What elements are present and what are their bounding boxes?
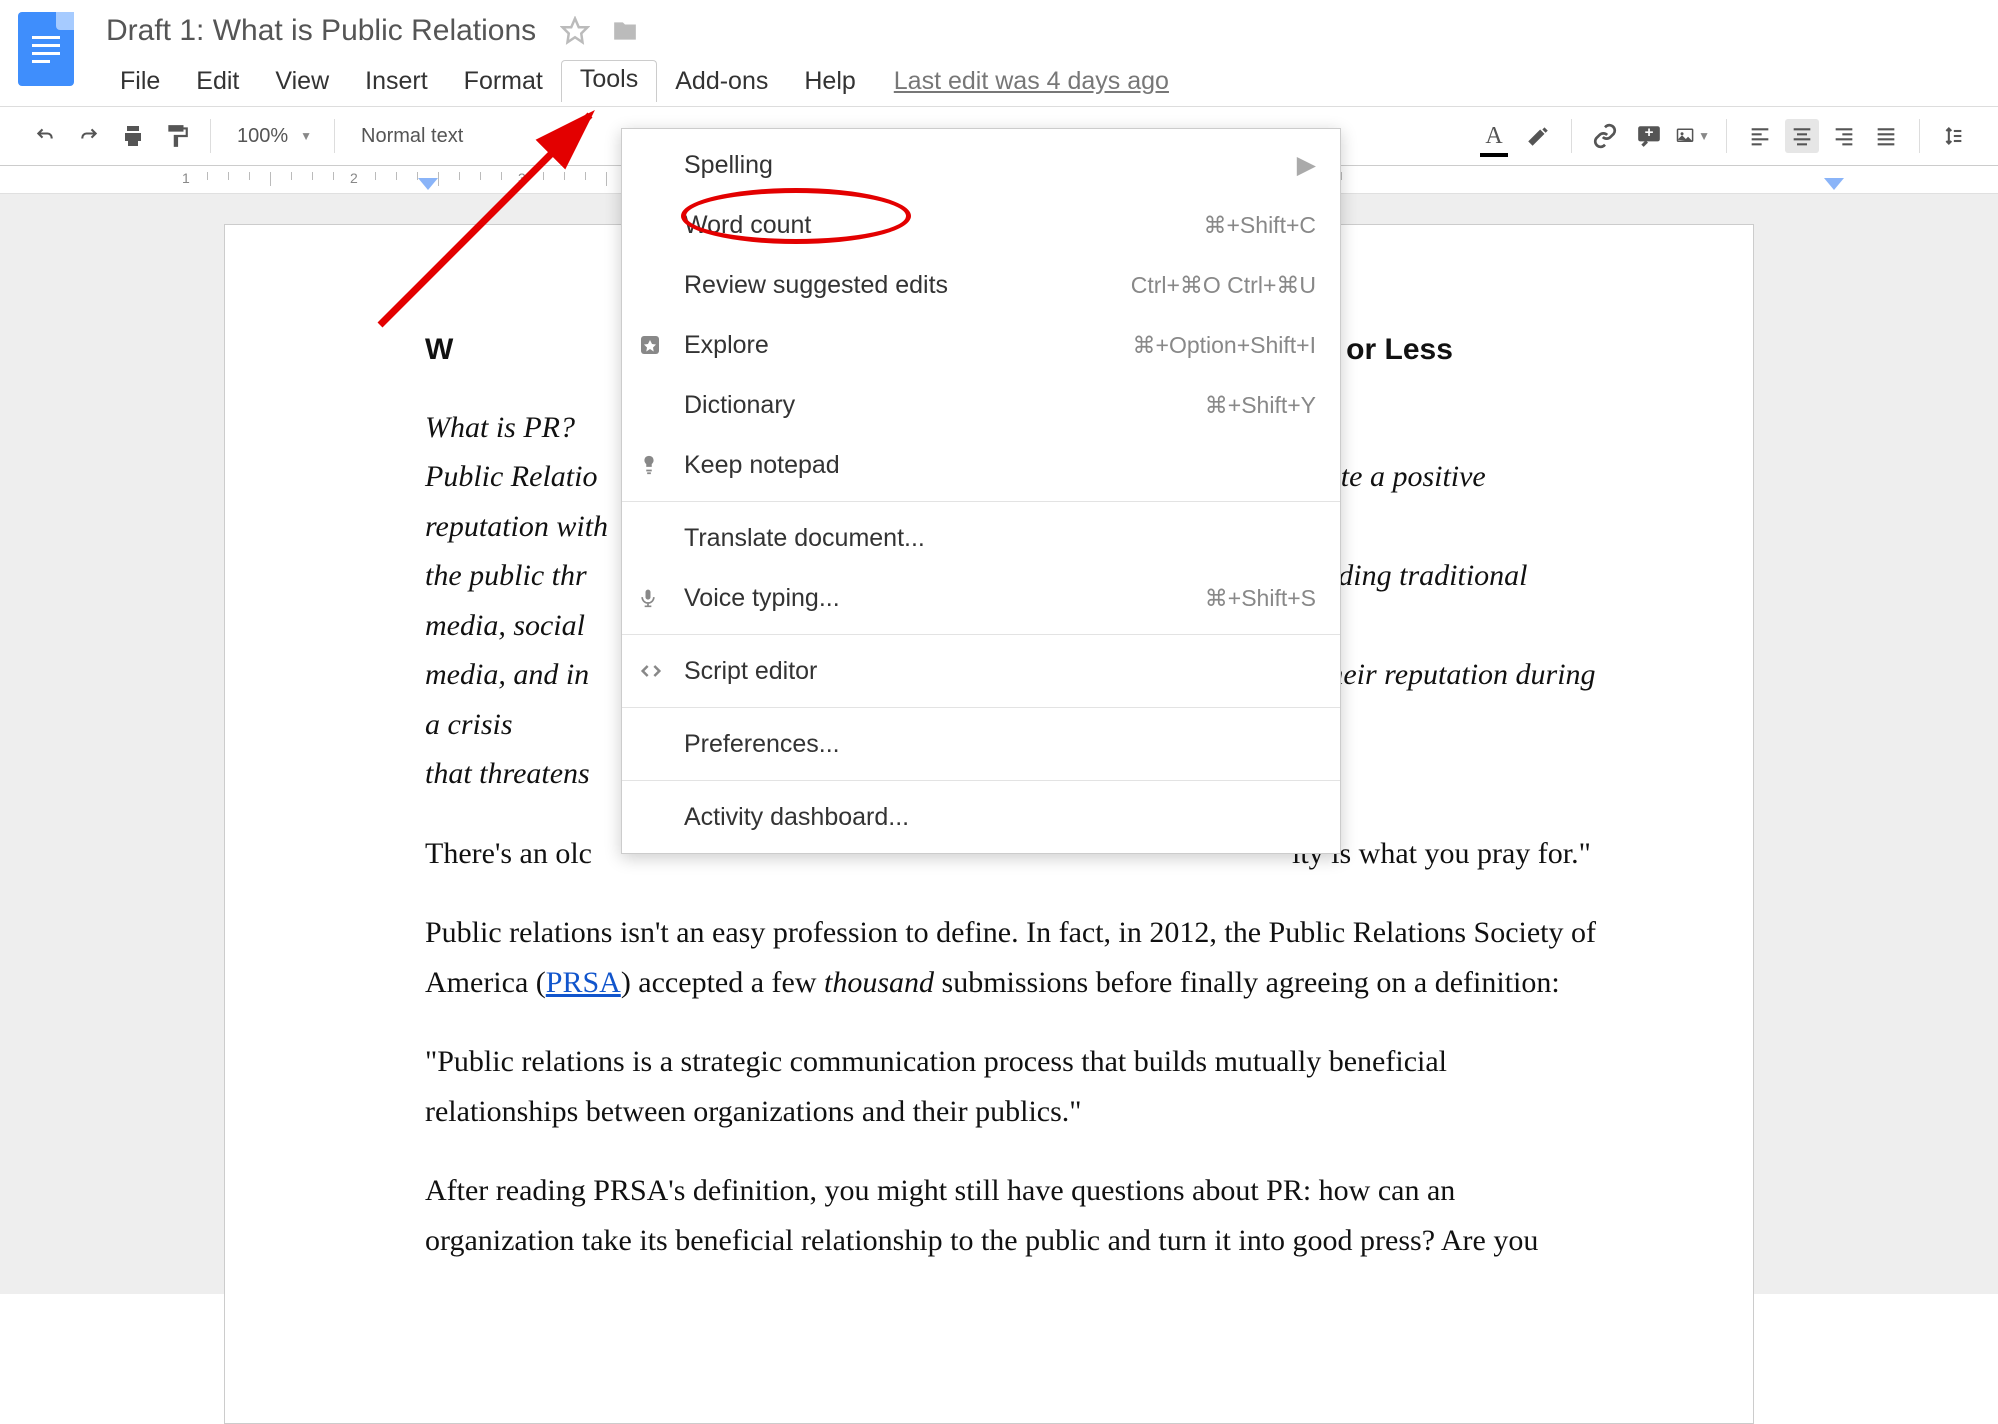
- insert-image-button[interactable]: ▼: [1676, 119, 1710, 153]
- menu-item-shortcut: ⌘+Shift+Y: [1205, 392, 1316, 419]
- menu-item-label: Review suggested edits: [684, 271, 1131, 300]
- paragraph-style-value: Normal text: [357, 125, 467, 148]
- prsa-link[interactable]: PRSA: [546, 966, 621, 999]
- zoom-value: 100%: [233, 125, 292, 148]
- tools-dropdown-menu: Spelling▶Word count⌘+Shift+CReview sugge…: [621, 128, 1341, 854]
- menu-item-label: Voice typing...: [684, 584, 1205, 613]
- highlight-button[interactable]: [1521, 119, 1555, 153]
- menu-divider: [622, 707, 1340, 708]
- caret-down-icon: ▼: [300, 129, 312, 143]
- menu-item-label: Keep notepad: [684, 451, 1316, 480]
- paragraph-after: After reading PRSA's definition, you mig…: [425, 1166, 1603, 1265]
- text-color-button[interactable]: A: [1477, 119, 1511, 153]
- redo-button[interactable]: [72, 119, 106, 153]
- tools-menu-item-activity-dashboard[interactable]: Activity dashboard...: [622, 787, 1340, 847]
- docs-logo-icon[interactable]: [18, 12, 74, 86]
- tools-menu-item-word-count[interactable]: Word count⌘+Shift+C: [622, 195, 1340, 255]
- menu-item-label: Preferences...: [684, 730, 1316, 759]
- document-title[interactable]: Draft 1: What is Public Relations: [102, 12, 540, 50]
- menu-item-shortcut: ⌘+Option+Shift+I: [1133, 332, 1316, 359]
- paint-format-button[interactable]: [160, 119, 194, 153]
- tools-menu-item-review-suggested-edits[interactable]: Review suggested editsCtrl+⌘O Ctrl+⌘U: [622, 255, 1340, 315]
- tools-menu-item-keep-notepad[interactable]: Keep notepad: [622, 435, 1340, 495]
- menu-item-label: Translate document...: [684, 524, 1316, 553]
- keep-icon: [638, 452, 660, 478]
- explore-icon: [638, 333, 662, 357]
- menu-addons[interactable]: Add-ons: [657, 63, 786, 100]
- menu-item-label: Spelling: [684, 151, 1297, 180]
- svg-text:+: +: [1645, 124, 1654, 141]
- ruler-number: 1: [182, 170, 190, 186]
- tools-menu-item-preferences[interactable]: Preferences...: [622, 714, 1340, 774]
- ruler-number: 2: [350, 170, 358, 186]
- indent-marker-icon[interactable]: [418, 178, 438, 190]
- tools-menu-item-spelling[interactable]: Spelling▶: [622, 135, 1340, 195]
- line-spacing-button[interactable]: [1936, 119, 1970, 153]
- insert-link-button[interactable]: [1588, 119, 1622, 153]
- submenu-arrow-icon: ▶: [1297, 150, 1316, 180]
- paragraph-definition: "Public relations is a strategic communi…: [425, 1037, 1603, 1136]
- menu-view[interactable]: View: [257, 63, 347, 100]
- menu-edit[interactable]: Edit: [178, 63, 257, 100]
- menu-item-shortcut: Ctrl+⌘O Ctrl+⌘U: [1131, 272, 1316, 299]
- star-icon[interactable]: [560, 16, 590, 46]
- align-justify-button[interactable]: [1869, 119, 1903, 153]
- zoom-select[interactable]: 100% ▼: [227, 125, 318, 148]
- menu-divider: [622, 634, 1340, 635]
- tools-menu-item-dictionary[interactable]: Dictionary⌘+Shift+Y: [622, 375, 1340, 435]
- move-folder-icon[interactable]: [610, 18, 640, 44]
- menu-format[interactable]: Format: [446, 63, 561, 100]
- menu-divider: [622, 501, 1340, 502]
- menu-item-shortcut: ⌘+Shift+C: [1204, 212, 1317, 239]
- menu-item-label: Script editor: [684, 657, 1316, 686]
- right-margin-marker-icon[interactable]: [1824, 178, 1844, 190]
- menu-file[interactable]: File: [102, 63, 178, 100]
- insert-comment-button[interactable]: +: [1632, 119, 1666, 153]
- paragraph-style-select[interactable]: Normal text: [351, 125, 511, 148]
- last-edit-link[interactable]: Last edit was 4 days ago: [894, 67, 1169, 96]
- ruler-number: 3: [518, 170, 526, 186]
- menu-item-label: Explore: [684, 331, 1133, 360]
- align-left-button[interactable]: [1743, 119, 1777, 153]
- menu-item-label: Dictionary: [684, 391, 1205, 420]
- align-center-button[interactable]: [1785, 119, 1819, 153]
- menu-insert[interactable]: Insert: [347, 63, 446, 100]
- undo-button[interactable]: [28, 119, 62, 153]
- tools-menu-item-voice-typing[interactable]: Voice typing...⌘+Shift+S: [622, 568, 1340, 628]
- menu-item-label: Word count: [684, 211, 1204, 240]
- menu-divider: [622, 780, 1340, 781]
- code-icon: [638, 661, 664, 681]
- menu-item-label: Activity dashboard...: [684, 803, 1316, 832]
- mic-icon: [638, 585, 658, 611]
- print-button[interactable]: [116, 119, 150, 153]
- menu-help[interactable]: Help: [786, 63, 873, 100]
- menu-item-shortcut: ⌘+Shift+S: [1205, 585, 1316, 612]
- tools-menu-item-script-editor[interactable]: Script editor: [622, 641, 1340, 701]
- menu-tools[interactable]: Tools: [561, 60, 657, 102]
- align-right-button[interactable]: [1827, 119, 1861, 153]
- paragraph-prsa: Public relations isn't an easy professio…: [425, 908, 1603, 1007]
- tools-menu-item-translate-document[interactable]: Translate document...: [622, 508, 1340, 568]
- tools-menu-item-explore[interactable]: Explore⌘+Option+Shift+I: [622, 315, 1340, 375]
